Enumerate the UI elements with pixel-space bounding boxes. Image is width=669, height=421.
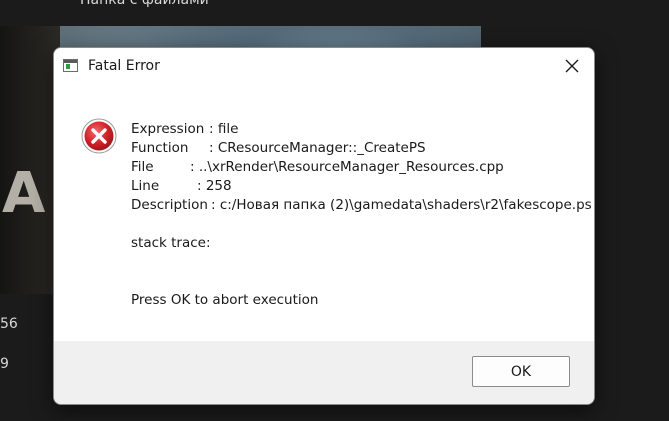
stack-trace-label: stack trace: (131, 235, 211, 251)
dialog-footer: OK (54, 341, 594, 404)
error-icon (81, 118, 117, 154)
function-row: Function : CResourceManager::_CreatePS (131, 139, 592, 158)
abort-prompt: Press OK to abort execution (131, 292, 319, 308)
file-value: : ..\xrRender\ResourceManager_Resources.… (190, 159, 504, 175)
ok-button[interactable]: OK (472, 356, 570, 387)
function-label: Function (131, 140, 189, 156)
close-button[interactable] (550, 48, 594, 84)
expression-row: Expression : file (131, 120, 592, 139)
background-number-2: 9 (0, 356, 9, 372)
dialog-titlebar[interactable]: Fatal Error (54, 48, 594, 86)
expression-label: Expression (131, 121, 205, 137)
description-label: Description (131, 197, 208, 213)
close-icon (565, 59, 579, 73)
dialog-title: Fatal Error (88, 58, 160, 74)
function-value: : CResourceManager::_CreatePS (209, 140, 426, 156)
line-row: Line : 258 (131, 177, 592, 196)
error-message: Expression : file Function : CResourceMa… (131, 120, 592, 310)
fatal-error-dialog: Fatal Error Expression: file Function:… (53, 47, 595, 405)
background-folder-label: Папка с файлами (80, 0, 209, 8)
background-number-1: 56 (0, 316, 18, 332)
app-window-icon (63, 59, 78, 72)
line-label: Line (131, 178, 160, 194)
expression-value: : file (209, 121, 239, 137)
description-value: : c:/Новая папка (2)\gamedata\shaders\r2… (211, 197, 592, 213)
file-label: File (131, 159, 154, 175)
dialog-content: Expression : file Function : CResourceMa… (54, 86, 594, 341)
line-value: : 258 (197, 178, 232, 194)
app-icon-square (66, 64, 70, 69)
file-row: File : ..\xrRender\ResourceManager_Resou… (131, 158, 592, 177)
poster-title-letters: А (2, 161, 45, 226)
description-row: Description : c:/Новая папка (2)\gamedat… (131, 196, 592, 215)
poster-dark-edge (0, 26, 60, 294)
app-icon-bar (64, 60, 77, 63)
